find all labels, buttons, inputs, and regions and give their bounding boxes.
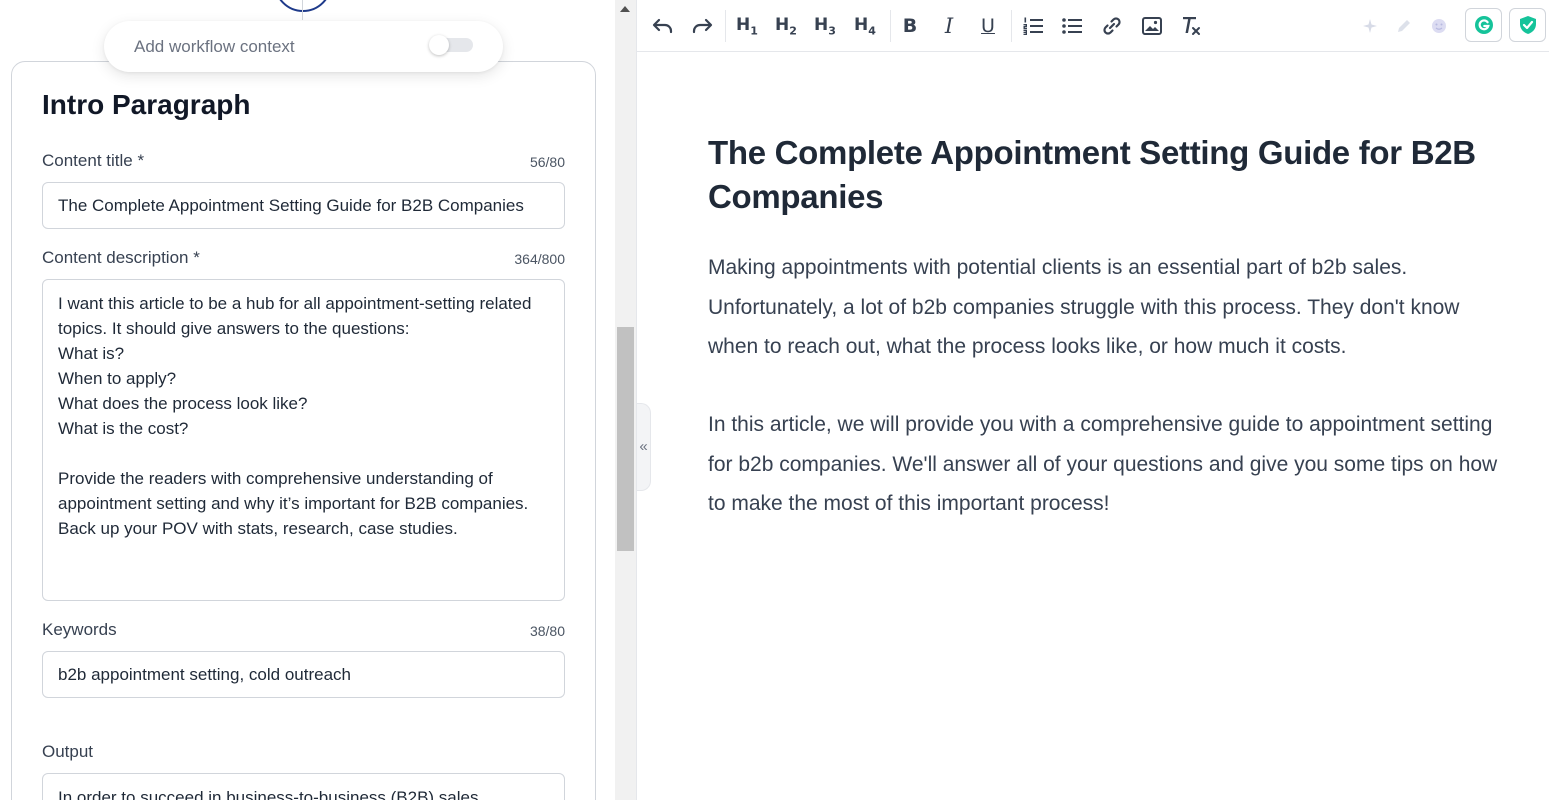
image-icon[interactable] bbox=[1137, 12, 1167, 40]
heading-4-letter: H bbox=[854, 14, 869, 35]
heading-3-number: 3 bbox=[828, 24, 836, 38]
left-pane-scrollbar[interactable] bbox=[615, 0, 637, 800]
workflow-context-label: Add workflow context bbox=[134, 37, 295, 56]
content-title-label: Content title * bbox=[42, 151, 145, 170]
link-icon[interactable] bbox=[1097, 12, 1127, 40]
document-paragraph[interactable]: Making appointments with potential clien… bbox=[708, 248, 1508, 367]
bold-glyph: B bbox=[902, 15, 918, 37]
italic-glyph: I bbox=[944, 14, 954, 38]
content-description-textarea[interactable]: I want this article to be a hub for all … bbox=[42, 279, 565, 601]
redo-icon[interactable] bbox=[687, 12, 717, 40]
settings-pane: Add workflow context Intro Paragraph Con… bbox=[0, 0, 615, 800]
toolbar-separator bbox=[725, 10, 726, 42]
undo-icon[interactable] bbox=[648, 12, 678, 40]
keywords-label: Keywords bbox=[42, 620, 117, 639]
editor-toolbar: H1 H2 H3 H4 B I U bbox=[637, 0, 1549, 52]
output-textarea[interactable]: In order to succeed in business-to-busin… bbox=[42, 773, 565, 800]
underline-glyph: U bbox=[981, 15, 995, 37]
document-paragraph[interactable]: In this article, we will provide you wit… bbox=[708, 405, 1508, 524]
heading-2-letter: H bbox=[775, 14, 790, 35]
keywords-input[interactable]: b2b appointment setting, cold outreach bbox=[42, 651, 565, 698]
heading-3-icon[interactable]: H3 bbox=[810, 12, 840, 40]
ordered-list-icon[interactable] bbox=[1018, 12, 1048, 40]
keywords-count: 38/80 bbox=[529, 623, 565, 639]
pen-icon[interactable] bbox=[1389, 12, 1419, 40]
shield-check-icon[interactable] bbox=[1509, 8, 1546, 42]
heading-1-number: 1 bbox=[750, 24, 758, 38]
clear-format-icon[interactable] bbox=[1176, 12, 1206, 40]
output-label: Output bbox=[42, 742, 94, 761]
document-editor: H1 H2 H3 H4 B I U The Complete Appointme… bbox=[637, 0, 1549, 800]
toolbar-separator bbox=[1011, 10, 1012, 42]
heading-2-icon[interactable]: H2 bbox=[771, 12, 801, 40]
content-description-label: Content description * bbox=[42, 248, 200, 267]
bold-icon[interactable]: B bbox=[895, 12, 925, 40]
intro-paragraph-card: Intro Paragraph Content title * 56/80 Th… bbox=[11, 61, 596, 800]
toggle-knob bbox=[429, 35, 449, 55]
italic-icon[interactable]: I bbox=[934, 12, 964, 40]
document-title[interactable]: The Complete Appointment Setting Guide f… bbox=[708, 131, 1508, 219]
scroll-up-arrow-icon[interactable] bbox=[620, 6, 630, 12]
emoji-icon[interactable] bbox=[1424, 12, 1454, 40]
content-title-input[interactable]: The Complete Appointment Setting Guide f… bbox=[42, 182, 565, 229]
toolbar-separator bbox=[890, 10, 891, 42]
content-title-count: 56/80 bbox=[529, 154, 565, 170]
grammarly-icon[interactable] bbox=[1465, 8, 1502, 42]
bullet-list-icon[interactable] bbox=[1057, 12, 1087, 40]
heading-2-number: 2 bbox=[789, 24, 797, 38]
heading-1-icon[interactable]: H1 bbox=[732, 12, 762, 40]
underline-icon[interactable]: U bbox=[973, 12, 1003, 40]
scroll-thumb[interactable] bbox=[617, 327, 634, 551]
workflow-connector bbox=[302, 0, 303, 20]
heading-4-icon[interactable]: H4 bbox=[850, 12, 880, 40]
workflow-context-toggle[interactable] bbox=[429, 35, 473, 55]
content-description-count: 364/800 bbox=[514, 251, 565, 267]
heading-1-letter: H bbox=[736, 14, 751, 35]
app-window: Add workflow context Intro Paragraph Con… bbox=[0, 0, 1549, 800]
collapse-panel-handle[interactable]: « bbox=[637, 403, 651, 491]
sparkle-icon[interactable] bbox=[1355, 12, 1385, 40]
heading-4-number: 4 bbox=[868, 24, 876, 38]
workflow-context-pill: Add workflow context bbox=[104, 21, 503, 72]
card-title: Intro Paragraph bbox=[42, 89, 251, 120]
heading-3-letter: H bbox=[814, 14, 829, 35]
workflow-node[interactable] bbox=[274, 0, 332, 12]
